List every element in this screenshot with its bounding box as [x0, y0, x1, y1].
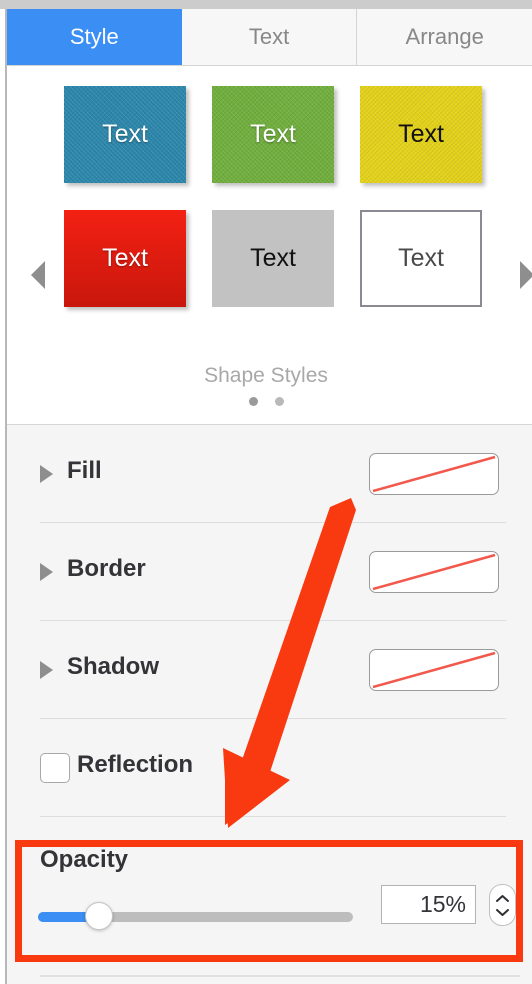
chevron-down-icon[interactable] [495, 908, 510, 917]
shape-style-swatch-red[interactable]: Text [64, 210, 186, 307]
tab-style-label: Style [69, 24, 119, 49]
shape-styles-grid: Text Text Text Text Text Text [64, 86, 484, 307]
opacity-input[interactable]: 15% [381, 885, 476, 924]
opacity-slider[interactable] [38, 902, 353, 930]
shadow-label: Shadow [67, 653, 160, 680]
reflection-checkbox[interactable] [40, 753, 70, 783]
fill-label: Fill [67, 457, 102, 484]
window-top-strip [0, 0, 532, 9]
shape-format-panel: Style Text Arrange Text Text Text Text T… [0, 0, 532, 984]
opacity-label: Opacity [40, 846, 129, 873]
swatch-label: Text [250, 244, 296, 272]
shadow-color-well[interactable] [369, 649, 499, 691]
opacity-stepper[interactable] [489, 884, 516, 926]
triangle-left-icon[interactable] [31, 261, 45, 289]
border-color-well[interactable] [369, 551, 499, 593]
shape-style-swatch-blue[interactable]: Text [64, 86, 186, 183]
swatch-label: Text [398, 120, 444, 148]
tab-text[interactable]: Text [181, 9, 358, 65]
tab-text-label: Text [248, 24, 290, 49]
tab-style[interactable]: Style [7, 9, 182, 65]
reflection-row[interactable]: Reflection [7, 719, 532, 817]
shadow-row[interactable]: Shadow [7, 621, 532, 719]
gallery-page-dots [0, 397, 532, 406]
reflection-label: Reflection [77, 751, 194, 778]
swatch-label: Text [102, 244, 148, 272]
triangle-right-icon[interactable] [40, 661, 53, 679]
triangle-right-icon[interactable] [40, 563, 53, 581]
tab-arrange[interactable]: Arrange [357, 9, 532, 65]
no-color-swatch-icon [372, 455, 496, 493]
slider-knob[interactable] [85, 902, 113, 930]
shape-style-swatch-gray[interactable]: Text [212, 210, 334, 307]
row-divider [40, 816, 506, 817]
shape-style-swatch-yellow[interactable]: Text [360, 86, 482, 183]
swatch-label: Text [102, 120, 148, 148]
fill-color-well[interactable] [369, 453, 499, 495]
opacity-value: 15% [419, 891, 466, 917]
chevron-up-icon[interactable] [495, 894, 510, 903]
page-dot-2[interactable] [274, 397, 284, 406]
bottom-divider [40, 975, 520, 977]
swatch-label: Text [398, 244, 444, 272]
panel-tab-bar: Style Text Arrange [7, 9, 532, 66]
border-row[interactable]: Border [7, 523, 532, 621]
triangle-right-icon[interactable] [520, 261, 532, 289]
border-label: Border [67, 555, 146, 582]
swatch-label: Text [250, 120, 296, 148]
no-color-swatch-icon [372, 553, 496, 591]
triangle-right-icon[interactable] [40, 465, 53, 483]
tab-arrange-label: Arrange [405, 24, 484, 49]
fill-row[interactable]: Fill [7, 425, 532, 523]
shape-style-swatch-white[interactable]: Text [360, 210, 482, 307]
shape-styles-caption: Shape Styles [204, 364, 328, 387]
no-color-swatch-icon [372, 651, 496, 689]
page-dot-1[interactable] [248, 397, 258, 406]
shape-style-swatch-green[interactable]: Text [212, 86, 334, 183]
